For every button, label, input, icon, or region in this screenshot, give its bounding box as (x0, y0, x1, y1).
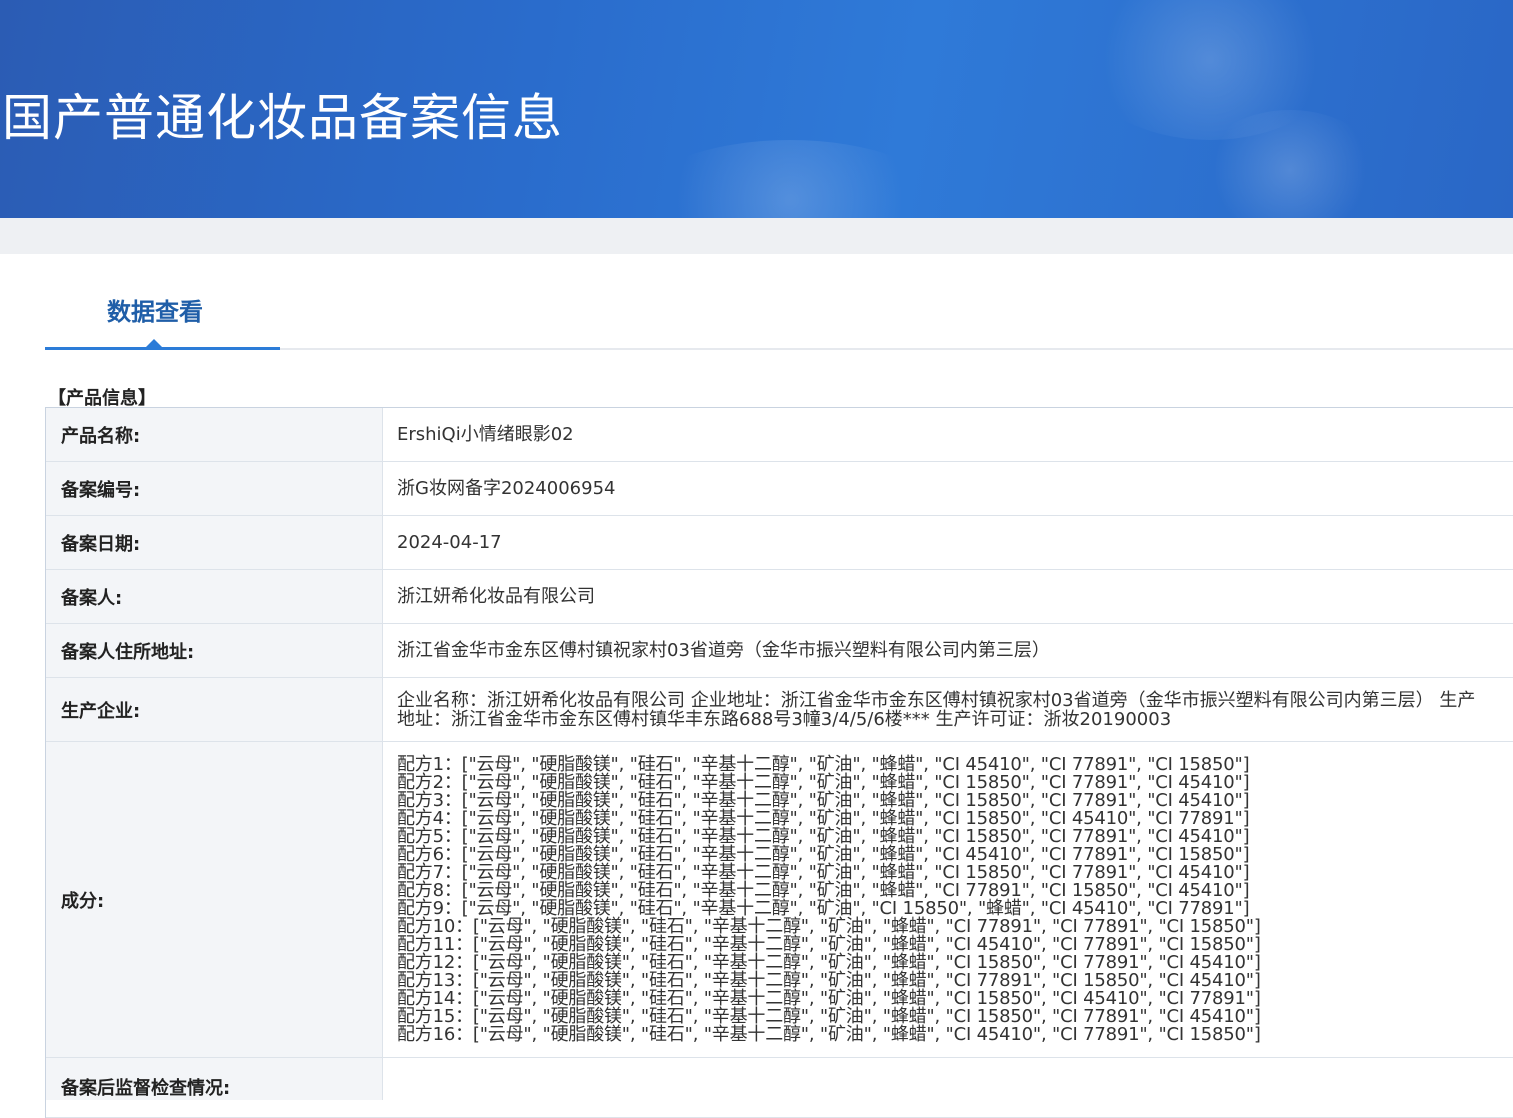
row-value: ErshiQi小情绪眼影02 (397, 424, 574, 445)
table-row-registration-date: 备案日期: 2024-04-17 (46, 516, 1513, 570)
formula-line: 配方8：["云母", "硬脂酸镁", "硅石", "辛基十二醇", "矿油", … (397, 879, 1250, 901)
row-label: 产品名称: (46, 408, 383, 461)
table-row-post-registration-inspection: 备案后监督检查情况: (46, 1058, 1513, 1118)
formula-line: 配方9：["云母", "硬脂酸镁", "硅石", "辛基十二醇", "矿油", … (397, 897, 1250, 919)
formula-list: 配方1：["云母", "硬脂酸镁", "硅石", "辛基十二醇", "矿油", … (397, 753, 1261, 1045)
formula-line: 配方3：["云母", "硬脂酸镁", "硅石", "辛基十二醇", "矿油", … (397, 789, 1250, 811)
table-row-product-name: 产品名称: ErshiQi小情绪眼影02 (46, 408, 1513, 462)
formula-line: 配方4：["云母", "硬脂酸镁", "硅石", "辛基十二醇", "矿油", … (397, 807, 1250, 829)
table-row-ingredients: 成分: 配方1：["云母", "硬脂酸镁", "硅石", "辛基十二醇", "矿… (46, 742, 1513, 1058)
row-label: 生产企业: (46, 678, 383, 741)
formula-line: 配方11：["云母", "硬脂酸镁", "硅石", "辛基十二醇", "矿油",… (397, 933, 1261, 955)
row-value: 浙江妍希化妆品有限公司 (397, 586, 595, 607)
formula-line: 配方10：["云母", "硬脂酸镁", "硅石", "辛基十二醇", "矿油",… (397, 915, 1261, 937)
formula-line: 配方2：["云母", "硬脂酸镁", "硅石", "辛基十二醇", "矿油", … (397, 771, 1250, 793)
page-title: 国产普通化妆品备案信息 (2, 89, 563, 147)
formula-line: 配方1：["云母", "硬脂酸镁", "硅石", "辛基十二醇", "矿油", … (397, 753, 1250, 775)
product-info-table: 产品名称: ErshiQi小情绪眼影02 备案编号: 浙G妆网备字2024006… (45, 407, 1513, 1118)
row-label: 备案日期: (46, 516, 383, 569)
formula-line: 配方5：["云母", "硬脂酸镁", "硅石", "辛基十二醇", "矿油", … (397, 825, 1250, 847)
table-row-registration-number: 备案编号: 浙G妆网备字2024006954 (46, 462, 1513, 516)
formula-line: 配方6：["云母", "硬脂酸镁", "硅石", "辛基十二醇", "矿油", … (397, 843, 1250, 865)
active-tab-caret-icon (146, 339, 162, 347)
row-label: 备案人住所地址: (46, 624, 383, 677)
row-value: 浙G妆网备字2024006954 (397, 478, 616, 499)
row-value: 企业名称：浙江妍希化妆品有限公司 企业地址：浙江省金华市金东区傅村镇祝家村03省… (397, 689, 1476, 730)
formula-line: 配方15：["云母", "硬脂酸镁", "硅石", "辛基十二醇", "矿油",… (397, 1005, 1261, 1027)
header-banner: 国产普通化妆品备案信息 (0, 0, 1513, 218)
formula-line: 配方14：["云母", "硬脂酸镁", "硅石", "辛基十二醇", "矿油",… (397, 987, 1261, 1009)
row-value: 配方1：["云母", "硬脂酸镁", "硅石", "辛基十二醇", "矿油", … (383, 742, 1513, 1057)
row-label: 成分: (46, 742, 383, 1057)
formula-line: 配方12：["云母", "硬脂酸镁", "硅石", "辛基十二醇", "矿油",… (397, 951, 1261, 973)
header-divider-strip (0, 218, 1513, 254)
row-value: 浙江省金华市金东区傅村镇祝家村03省道旁（金华市振兴塑料有限公司内第三层） (397, 640, 1050, 661)
row-label: 备案后监督检查情况: (46, 1058, 383, 1100)
table-row-registrant: 备案人: 浙江妍希化妆品有限公司 (46, 570, 1513, 624)
formula-line: 配方7：["云母", "硬脂酸镁", "硅石", "辛基十二醇", "矿油", … (397, 861, 1250, 883)
formula-line: 配方16：["云母", "硬脂酸镁", "硅石", "辛基十二醇", "矿油",… (397, 1023, 1261, 1045)
row-value: 2024-04-17 (397, 532, 502, 553)
tab-data-view-label: 数据查看 (107, 298, 203, 326)
table-row-manufacturer: 生产企业: 企业名称：浙江妍希化妆品有限公司 企业地址：浙江省金华市金东区傅村镇… (46, 678, 1513, 742)
table-row-registrant-address: 备案人住所地址: 浙江省金华市金东区傅村镇祝家村03省道旁（金华市振兴塑料有限公… (46, 624, 1513, 678)
tab-data-view[interactable]: 数据查看 (45, 272, 280, 350)
row-label: 备案人: (46, 570, 383, 623)
row-label: 备案编号: (46, 462, 383, 515)
tab-bar: 数据查看 (45, 272, 1513, 350)
formula-line: 配方13：["云母", "硬脂酸镁", "硅石", "辛基十二醇", "矿油",… (397, 969, 1261, 991)
